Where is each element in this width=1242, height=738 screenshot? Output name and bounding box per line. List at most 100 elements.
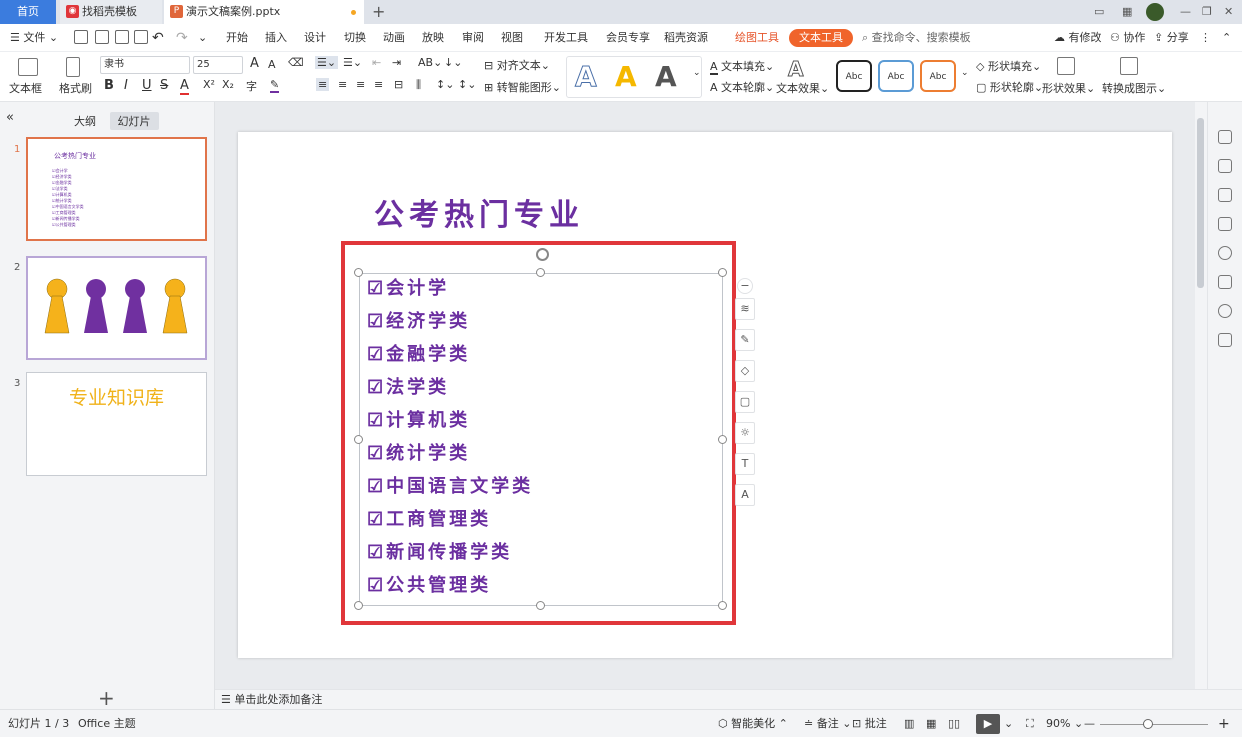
comments-button[interactable]: ⊡ 批注 xyxy=(852,710,887,738)
restore-icon[interactable]: ❐ xyxy=(1202,3,1212,21)
copy-icon[interactable] xyxy=(1218,217,1232,231)
sorter-view-icon[interactable]: ▦ xyxy=(926,710,936,738)
resize-handle[interactable] xyxy=(718,435,727,444)
slide-thumbnail-3[interactable]: 专业知识库 xyxy=(26,372,207,476)
resize-handle[interactable] xyxy=(718,601,727,610)
export-icon[interactable] xyxy=(95,30,109,44)
phonetic-icon[interactable]: 字 xyxy=(246,78,257,94)
slide-thumbnail-2[interactable] xyxy=(26,256,207,360)
vertical-scrollbar[interactable] xyxy=(1195,102,1207,689)
image-icon[interactable] xyxy=(1218,275,1232,289)
convert-icon[interactable]: T xyxy=(735,453,755,475)
cube-icon[interactable] xyxy=(1218,333,1232,347)
bold-button[interactable]: B xyxy=(104,78,114,93)
add-slide-button[interactable]: + xyxy=(98,686,115,710)
tab-document[interactable]: P 演示文稿案例.pptx xyxy=(164,0,364,24)
font-color-button[interactable]: A xyxy=(180,78,189,95)
shape-style-2[interactable]: Abc xyxy=(878,60,914,92)
redo-icon[interactable]: ↷ xyxy=(176,24,188,52)
pen-icon[interactable]: ✎ xyxy=(735,329,755,351)
play-options-icon[interactable]: ⌄ xyxy=(1004,710,1013,738)
menu-developer[interactable]: 开发工具 xyxy=(544,24,588,52)
changes-button[interactable]: ☁ 有修改 xyxy=(1054,24,1102,52)
outline-icon[interactable]: ▢ xyxy=(735,391,755,413)
save-icon[interactable] xyxy=(74,30,88,44)
text-outline-button[interactable]: A 文本轮廓⌄ xyxy=(710,79,774,95)
convert-diagram-button[interactable]: 转换成图示⌄ xyxy=(1102,80,1166,96)
list-item[interactable]: ☑新闻传播学类 xyxy=(367,541,512,565)
wordart-style-1[interactable]: A xyxy=(575,61,598,92)
list-item[interactable]: ☑法学类 xyxy=(367,376,449,400)
resize-handle[interactable] xyxy=(536,268,545,277)
fit-window-icon[interactable]: ⛶ xyxy=(1026,710,1034,738)
sliders-icon[interactable] xyxy=(1218,159,1232,173)
strike-button[interactable]: S xyxy=(160,78,168,93)
reading-view-icon[interactable]: ▯▯ xyxy=(948,710,960,738)
shape-style-more-icon[interactable]: ⌄ xyxy=(961,68,969,78)
normal-view-icon[interactable]: ▥ xyxy=(904,710,914,738)
list-item[interactable]: ☑公共管理类 xyxy=(367,574,491,598)
zoom-out-button[interactable]: — xyxy=(1084,710,1095,738)
resize-handle[interactable] xyxy=(536,601,545,610)
grow-font-button[interactable]: A xyxy=(250,56,259,71)
align-text-button[interactable]: ⊟ 对齐文本⌄ xyxy=(484,57,550,73)
smart-shape-button[interactable]: ⊞ 转智能图形⌄ xyxy=(484,79,561,95)
align-right-icon[interactable]: ≡ xyxy=(356,78,365,91)
menu-review[interactable]: 审阅 xyxy=(462,24,484,52)
collapse-panel-icon[interactable]: « xyxy=(6,110,14,125)
sort-icon[interactable]: ↓⌄ xyxy=(444,56,462,69)
help-icon[interactable] xyxy=(1218,246,1232,260)
tab-slides[interactable]: 幻灯片 xyxy=(109,112,159,130)
close-icon[interactable]: ✕ xyxy=(1224,3,1233,21)
list-item[interactable]: ☑金融学类 xyxy=(367,343,470,367)
zoom-in-button[interactable]: + xyxy=(1218,710,1230,738)
undo-icon[interactable]: ↶ xyxy=(152,24,164,52)
location-icon[interactable] xyxy=(1218,304,1232,318)
text-style-icon[interactable]: A xyxy=(735,484,755,506)
rotate-handle-icon[interactable] xyxy=(536,248,549,261)
new-tab-button[interactable]: + xyxy=(372,2,385,22)
para-spacing-icon[interactable]: ↕⌄ xyxy=(458,78,476,91)
menu-docer[interactable]: 稻壳资源 xyxy=(664,24,708,52)
command-search[interactable]: ⌕ 查找命令、搜索模板 xyxy=(862,24,971,52)
menu-slideshow[interactable]: 放映 xyxy=(422,24,444,52)
tab-outline[interactable]: 大纲 xyxy=(66,112,104,130)
share-button[interactable]: ⇪ 分享 xyxy=(1154,24,1189,52)
shape-effect-button[interactable]: 形状效果⌄ xyxy=(1042,80,1095,96)
line-spacing-icon[interactable]: ↕⌄ xyxy=(436,78,454,91)
collab-button[interactable]: ⚇ 协作 xyxy=(1110,24,1145,52)
menu-insert[interactable]: 插入 xyxy=(265,24,287,52)
distribute-icon[interactable]: ⊟ xyxy=(394,78,403,91)
format-painter-button[interactable]: 格式刷 xyxy=(59,80,92,96)
menu-drawing-tools[interactable]: 绘图工具 xyxy=(735,24,779,52)
shape-style-3[interactable]: Abc xyxy=(920,60,956,92)
wordart-style-2[interactable]: A xyxy=(615,62,637,92)
text-direction-icon[interactable]: AB⌄ xyxy=(418,56,442,69)
shape-style-1[interactable]: Abc xyxy=(836,60,872,92)
list-item[interactable]: ☑统计学类 xyxy=(367,442,470,466)
menu-member[interactable]: 会员专享 xyxy=(606,24,650,52)
subscript-button[interactable]: X₂ xyxy=(222,78,234,91)
collapse-toolbar-icon[interactable]: − xyxy=(737,278,753,294)
menu-text-tools[interactable]: 文本工具 xyxy=(789,29,853,47)
number-list-icon[interactable]: ☰⌄ xyxy=(343,56,362,69)
resize-handle[interactable] xyxy=(354,435,363,444)
menu-start[interactable]: 开始 xyxy=(226,24,248,52)
avatar[interactable] xyxy=(1146,3,1164,21)
list-item[interactable]: ☑工商管理类 xyxy=(367,508,491,532)
print-icon[interactable] xyxy=(115,30,129,44)
zoom-slider[interactable] xyxy=(1100,724,1208,725)
idea-icon[interactable]: ☼ xyxy=(735,422,755,444)
slide[interactable]: 公考热门专业 ☑会计学 ☑经济学类 ☑金融学类 ☑法学类 ☑计算机类 ☑统计学类… xyxy=(238,132,1172,658)
customize-icon[interactable]: ⌄ xyxy=(198,24,207,52)
increase-indent-icon[interactable]: ⇥ xyxy=(392,56,401,69)
list-item[interactable]: ☑计算机类 xyxy=(367,409,470,433)
notes-bar[interactable]: ☰ 单击此处添加备注 xyxy=(215,689,1242,709)
highlight-icon[interactable]: ✎ xyxy=(270,78,280,93)
wordart-more-icon[interactable]: ⌄ xyxy=(693,68,701,78)
wordart-style-3[interactable]: A xyxy=(655,62,677,92)
list-item[interactable]: ☑经济学类 xyxy=(367,310,470,334)
underline-button[interactable]: U xyxy=(142,78,152,93)
tab-home[interactable]: 首页 xyxy=(0,0,56,24)
list-item[interactable]: ☑中国语言文学类 xyxy=(367,475,533,499)
